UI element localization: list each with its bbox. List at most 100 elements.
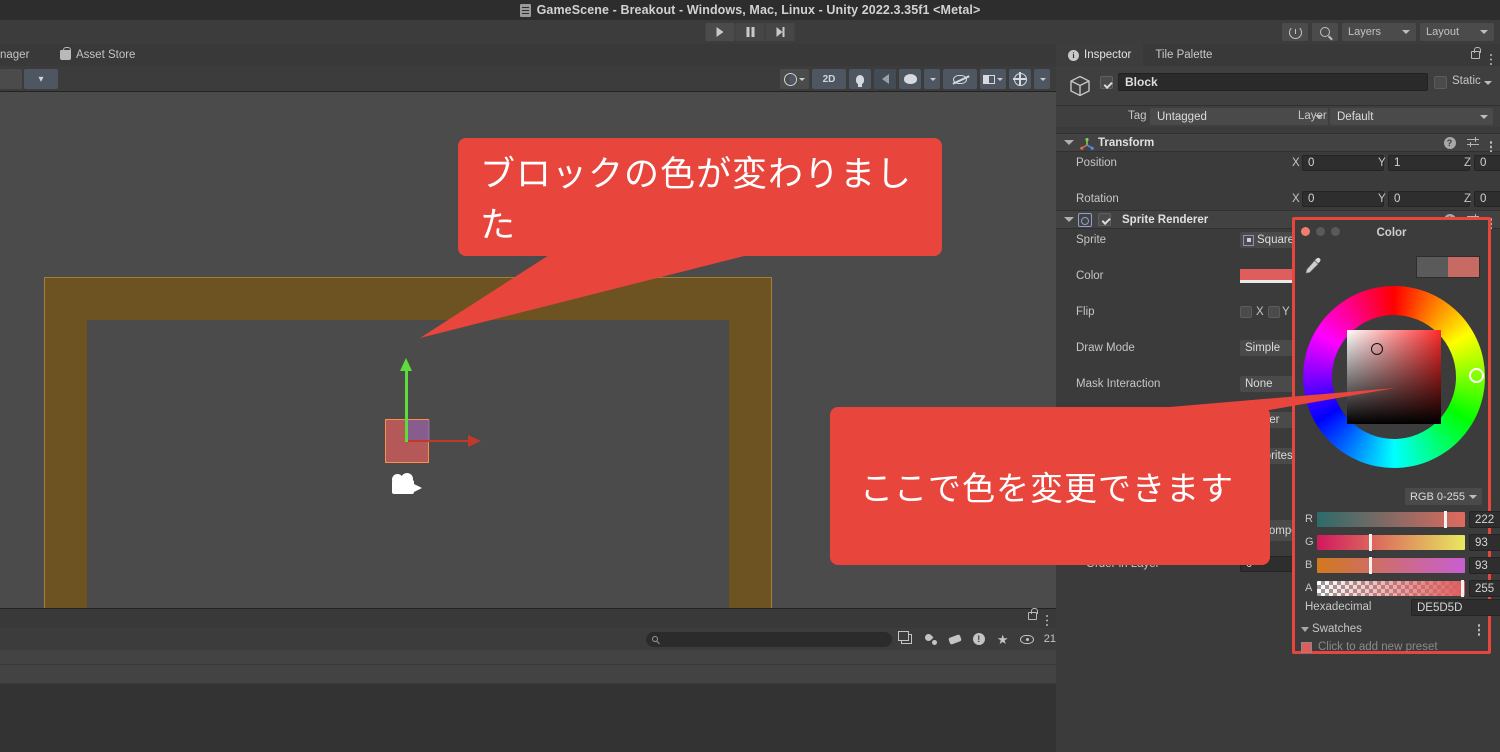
- transform-title: Transform: [1098, 136, 1155, 149]
- shading-mode-button[interactable]: [780, 69, 809, 89]
- color-picker-title: Color: [1376, 227, 1407, 239]
- effects-caret[interactable]: [924, 69, 940, 89]
- tag-icon[interactable]: [947, 632, 962, 646]
- more-options-icon[interactable]: [1489, 53, 1492, 57]
- toggle-2d-button[interactable]: 2D: [812, 69, 846, 89]
- project-row-band-2: [0, 665, 1056, 683]
- rotation-x-field[interactable]: 0: [1302, 191, 1384, 207]
- gizmo-y-axis[interactable]: [405, 362, 408, 442]
- transform-component-header[interactable]: Transform ?: [1056, 133, 1500, 152]
- channel-a-slider[interactable]: [1317, 580, 1465, 597]
- dropdown-tool-extra[interactable]: ▾: [24, 69, 58, 89]
- saturation-value-handle[interactable]: [1371, 343, 1383, 355]
- toolbar-right-cluster: Layers Layout: [1282, 23, 1494, 41]
- saturation-value-box[interactable]: [1347, 330, 1441, 424]
- gizmo-x-arrow-icon[interactable]: [468, 435, 481, 447]
- gizmo-x-axis[interactable]: [408, 440, 470, 442]
- foldout-icon[interactable]: [1064, 217, 1074, 222]
- shading-mode-icon: [784, 72, 797, 86]
- flip-x-checkbox[interactable]: [1240, 306, 1252, 318]
- add-preset-row[interactable]: Click to add new preset: [1301, 641, 1438, 653]
- lock-icon[interactable]: [1027, 608, 1038, 620]
- gizmo-y-arrow-icon[interactable]: [400, 358, 412, 371]
- sprite-renderer-enabled-checkbox[interactable]: [1098, 213, 1111, 226]
- audio-toggle[interactable]: [874, 69, 896, 89]
- chevron-down-icon[interactable]: [1484, 81, 1492, 85]
- rotation-y-field[interactable]: 0: [1388, 191, 1470, 207]
- axis-y-label: Y: [1378, 193, 1386, 205]
- chevron-down-icon: [1480, 114, 1488, 119]
- gameobject-name-field[interactable]: Block: [1118, 73, 1428, 91]
- position-z-field[interactable]: 0: [1474, 155, 1500, 171]
- gizmos-toggle[interactable]: [1009, 69, 1031, 89]
- color-mode-dropdown[interactable]: RGB 0-255: [1404, 488, 1482, 505]
- scene-tool-handle[interactable]: [0, 69, 22, 89]
- gameobject-enabled-checkbox[interactable]: [1100, 76, 1113, 89]
- flip-y-checkbox[interactable]: [1268, 306, 1280, 318]
- favorite-icon[interactable]: ★: [996, 632, 1010, 646]
- channel-b-value[interactable]: 93: [1469, 557, 1500, 574]
- layers-dropdown[interactable]: Layers: [1342, 23, 1416, 41]
- rotation-z-field[interactable]: 0: [1474, 191, 1500, 207]
- warning-icon[interactable]: !: [972, 632, 986, 646]
- zoom-dot-icon[interactable]: [1331, 227, 1340, 236]
- add-preset-hint: Click to add new preset: [1318, 641, 1438, 653]
- two-column-icon[interactable]: [898, 631, 914, 646]
- position-x-field[interactable]: 0: [1302, 155, 1384, 171]
- lock-icon[interactable]: [1470, 47, 1481, 59]
- help-icon[interactable]: ?: [1443, 136, 1456, 149]
- static-checkbox[interactable]: [1434, 76, 1447, 89]
- channel-r-slider[interactable]: [1317, 511, 1465, 528]
- hidden-objects-toggle[interactable]: [943, 69, 977, 89]
- lighting-toggle[interactable]: [849, 69, 871, 89]
- eyedropper-icon[interactable]: [1303, 256, 1323, 276]
- layout-dropdown[interactable]: Layout: [1420, 23, 1494, 41]
- color-preview-swatches[interactable]: [1416, 256, 1480, 278]
- channel-g-value[interactable]: 93: [1469, 534, 1500, 551]
- more-options-icon[interactable]: [1045, 614, 1048, 618]
- minimize-dot-icon[interactable]: [1316, 227, 1325, 236]
- sprite-value: Square: [1257, 234, 1295, 246]
- step-button[interactable]: [765, 23, 795, 41]
- play-button[interactable]: [705, 23, 735, 41]
- preset-color-swatch[interactable]: [1301, 641, 1312, 653]
- chevron-down-icon: [1040, 77, 1046, 81]
- project-panel-body[interactable]: [0, 650, 1056, 752]
- channel-b-handle[interactable]: [1369, 557, 1372, 574]
- gizmos-caret[interactable]: [1034, 69, 1050, 89]
- channel-g-handle[interactable]: [1369, 534, 1372, 551]
- undo-history-icon: [1288, 25, 1302, 39]
- preset-icon[interactable]: [1466, 137, 1479, 148]
- tab-package-manager[interactable]: nager: [0, 44, 48, 66]
- pause-button[interactable]: [735, 23, 765, 41]
- channel-b-label: B: [1305, 559, 1313, 571]
- scene-camera-dropdown[interactable]: [980, 69, 1006, 89]
- undo-history-button[interactable]: [1282, 23, 1308, 41]
- channel-a-handle[interactable]: [1461, 580, 1464, 597]
- toolbar-search-button[interactable]: [1312, 23, 1338, 41]
- effects-dropdown[interactable]: [899, 69, 921, 89]
- foldout-icon[interactable]: [1064, 140, 1074, 145]
- unity-editor-window: GameScene - Breakout - Windows, Mac, Lin…: [0, 0, 1500, 752]
- swatches-foldout[interactable]: Swatches: [1301, 623, 1362, 635]
- project-search-input[interactable]: [646, 631, 892, 647]
- close-dot-icon[interactable]: [1301, 227, 1310, 236]
- hexadecimal-field[interactable]: DE5D5D: [1411, 599, 1500, 616]
- hue-wheel-handle[interactable]: [1469, 368, 1484, 383]
- channel-r-handle[interactable]: [1444, 511, 1447, 528]
- color-picker-window[interactable]: Color RGB 0-255 R 222 G 93 B 93 A 255 He…: [1292, 217, 1500, 654]
- more-options-icon[interactable]: [1489, 141, 1492, 144]
- paint-icon[interactable]: [924, 632, 938, 646]
- channel-b-slider[interactable]: [1317, 557, 1465, 574]
- tab-tile-palette[interactable]: Tile Palette: [1143, 44, 1224, 66]
- channel-a-value[interactable]: 255: [1469, 580, 1500, 597]
- tab-asset-store[interactable]: Asset Store: [48, 44, 147, 66]
- swatches-more-options-icon[interactable]: [1477, 624, 1480, 627]
- position-y-field[interactable]: 1: [1388, 155, 1470, 171]
- tab-inspector[interactable]: i Inspector: [1056, 44, 1144, 66]
- channel-g-slider[interactable]: [1317, 534, 1465, 551]
- layer-dropdown[interactable]: Default: [1330, 108, 1493, 125]
- channel-r-value[interactable]: 222: [1469, 511, 1500, 528]
- color-picker-title-bar: Color: [1295, 220, 1488, 246]
- visibility-icon[interactable]: [1019, 632, 1034, 646]
